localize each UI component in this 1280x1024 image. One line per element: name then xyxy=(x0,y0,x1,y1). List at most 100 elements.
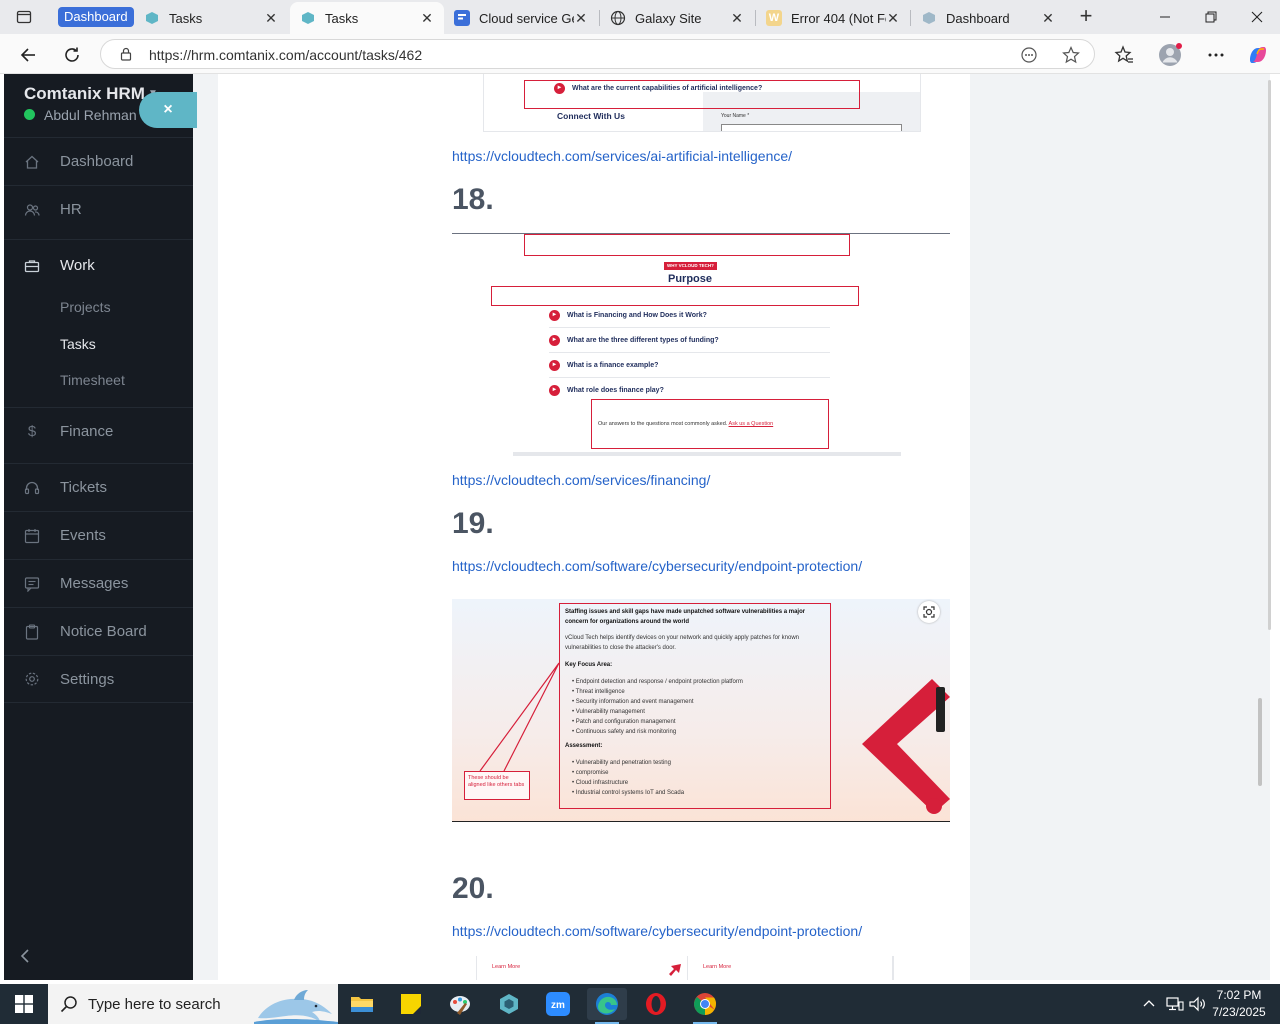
section-badge: WHY VCLOUD TECH? xyxy=(664,262,717,270)
taskbar-clock[interactable]: 7:02 PM 7/23/2025 xyxy=(1208,987,1270,1021)
paint-palette-icon xyxy=(450,996,470,1015)
sidebar-item-tickets[interactable]: Tickets xyxy=(4,463,193,511)
sidebar-item-hr[interactable]: HR xyxy=(4,185,193,233)
link-endpoint-protection[interactable]: https://vcloudtech.com/software/cybersec… xyxy=(452,558,862,574)
link-ai-services[interactable]: https://vcloudtech.com/services/ai-artif… xyxy=(452,148,792,164)
sidebar-item-label: Settings xyxy=(60,670,115,688)
brand-name[interactable]: Comtanix HRM xyxy=(24,84,145,104)
close-tab-icon[interactable]: ✕ xyxy=(420,10,434,27)
link-endpoint-protection-2[interactable]: https://vcloudtech.com/software/cybersec… xyxy=(452,923,862,939)
volume-button[interactable] xyxy=(1189,984,1207,1024)
visual-search-icon xyxy=(923,606,935,618)
globe-icon xyxy=(610,10,626,26)
tab-galaxy-site[interactable]: Galaxy Site ✕ xyxy=(600,2,754,34)
tab-tasks-1[interactable]: Tasks ✕ xyxy=(134,2,288,34)
search-icon xyxy=(60,996,77,1013)
outer-scrollbar[interactable] xyxy=(1268,80,1271,630)
link-financing[interactable]: https://vcloudtech.com/services/financin… xyxy=(452,472,710,488)
sidebar-item-settings[interactable]: Settings xyxy=(4,655,193,703)
taskbar-zoom[interactable]: zm xyxy=(538,988,578,1020)
faq-question: ► What is Financing and How Does it Work? xyxy=(549,310,707,321)
sidebar-item-events[interactable]: Events xyxy=(4,511,193,559)
home-icon xyxy=(22,152,42,172)
section-title: Purpose xyxy=(668,273,713,285)
profile-button[interactable] xyxy=(1158,43,1182,67)
taskbar-opera[interactable] xyxy=(636,988,676,1020)
tab-cloud-service[interactable]: Cloud service Gen ✕ xyxy=(444,2,598,34)
show-hidden-icons-button[interactable] xyxy=(1141,984,1157,1024)
url-text[interactable]: https://hrm.comtanix.com/account/tasks/4… xyxy=(149,47,422,63)
collapse-sidebar-button[interactable] xyxy=(18,944,34,968)
tab-actions-menu-button[interactable] xyxy=(10,7,38,27)
close-window-button[interactable] xyxy=(1234,0,1280,34)
taskbar-edge[interactable] xyxy=(587,988,627,1024)
sidebar-item-dashboard[interactable]: Dashboard xyxy=(4,137,193,185)
highlight-box xyxy=(591,399,829,449)
faq-divider xyxy=(549,327,830,328)
favorites-star-list-icon xyxy=(1114,45,1133,63)
back-button[interactable] xyxy=(16,43,40,67)
sidebar-item-label: Events xyxy=(60,527,106,544)
address-bar[interactable]: https://hrm.comtanix.com/account/tasks/4… xyxy=(100,39,1095,69)
screenshot-endpoint-protection: Staffing issues and skill gaps have made… xyxy=(452,599,950,822)
copilot-button[interactable] xyxy=(1246,43,1270,67)
forms-favicon xyxy=(454,10,470,26)
taskbar-search-box[interactable]: Type here to search xyxy=(48,984,338,1024)
sidebar-item-finance[interactable]: $ Finance xyxy=(4,407,193,455)
close-tab-icon[interactable]: ✕ xyxy=(1041,10,1055,27)
restore-icon xyxy=(1205,11,1217,23)
sidebar-item-label: HR xyxy=(60,201,82,218)
favorite-star-icon[interactable] xyxy=(1062,46,1080,64)
tab-group-chip[interactable]: Dashboard xyxy=(58,7,134,27)
sidebar-subitem-timesheet[interactable]: Timesheet xyxy=(60,372,125,388)
sidebar-subitem-projects[interactable]: Projects xyxy=(60,299,111,315)
tab-title: Error 404 (Not Fo xyxy=(791,10,886,26)
taskbar-file-explorer[interactable] xyxy=(342,988,382,1020)
reload-button[interactable] xyxy=(60,43,84,67)
taskbar-paint[interactable] xyxy=(440,988,480,1020)
restore-button[interactable] xyxy=(1188,0,1234,34)
back-arrow-icon xyxy=(20,48,35,62)
read-aloud-icon[interactable] xyxy=(1020,46,1038,64)
site-info-lock-icon[interactable] xyxy=(119,47,133,61)
arrow-annotation-icon xyxy=(669,964,681,976)
close-tab-icon[interactable]: ✕ xyxy=(886,10,900,27)
favorites-button[interactable] xyxy=(1112,43,1136,67)
search-placeholder: Type here to search xyxy=(88,996,221,1013)
sidebar-item-label: Messages xyxy=(60,575,129,592)
your-name-input xyxy=(721,124,902,131)
visual-search-button[interactable] xyxy=(918,601,940,623)
hexagon-app-icon xyxy=(500,994,518,1014)
new-tab-button[interactable]: + xyxy=(1074,5,1098,28)
sidebar-item-work[interactable]: Work xyxy=(4,239,193,291)
sidebar-subitem-tasks[interactable]: Tasks xyxy=(60,336,96,352)
sidebar-item-notice-board[interactable]: Notice Board xyxy=(4,607,193,655)
sidebar: Comtanix HRM ▼ Abdul Rehman × Dashboard … xyxy=(4,74,197,980)
close-tab-icon[interactable]: ✕ xyxy=(574,10,588,27)
page-scrollbar-thumb[interactable] xyxy=(1258,698,1262,786)
close-icon xyxy=(1251,11,1263,23)
sidebar-item-label: Tickets xyxy=(60,479,107,496)
tab-dashboard[interactable]: Dashboard ✕ xyxy=(911,2,1065,34)
settings-more-button[interactable] xyxy=(1204,43,1228,67)
browser-tab-strip: Dashboard Tasks ✕ Tasks ✕ Cloud service … xyxy=(0,0,1280,34)
reload-icon xyxy=(65,47,79,62)
taskbar-app-hex[interactable] xyxy=(489,988,529,1020)
tab-error-404[interactable]: W Error 404 (Not Fo ✕ xyxy=(756,2,910,34)
tab-title: Cloud service Gen xyxy=(479,10,574,26)
network-button[interactable] xyxy=(1166,984,1184,1024)
close-tab-icon[interactable]: ✕ xyxy=(730,10,744,27)
taskbar-sticky-notes[interactable] xyxy=(391,988,431,1020)
close-tab-icon[interactable]: ✕ xyxy=(264,10,278,27)
sidebar-item-messages[interactable]: Messages xyxy=(4,559,193,607)
minimize-icon xyxy=(1160,16,1170,18)
minimize-button[interactable] xyxy=(1142,0,1188,34)
taskbar-chrome[interactable] xyxy=(685,988,725,1024)
comtanix-favicon xyxy=(144,10,160,26)
current-user-name[interactable]: Abdul Rehman xyxy=(44,107,137,123)
close-sidebar-button[interactable]: × xyxy=(139,92,197,128)
highlight-box xyxy=(491,286,859,306)
start-button[interactable] xyxy=(0,984,48,1024)
tab-tasks-active[interactable]: Tasks ✕ xyxy=(290,2,444,34)
sidebar-item-label: Notice Board xyxy=(60,623,147,640)
